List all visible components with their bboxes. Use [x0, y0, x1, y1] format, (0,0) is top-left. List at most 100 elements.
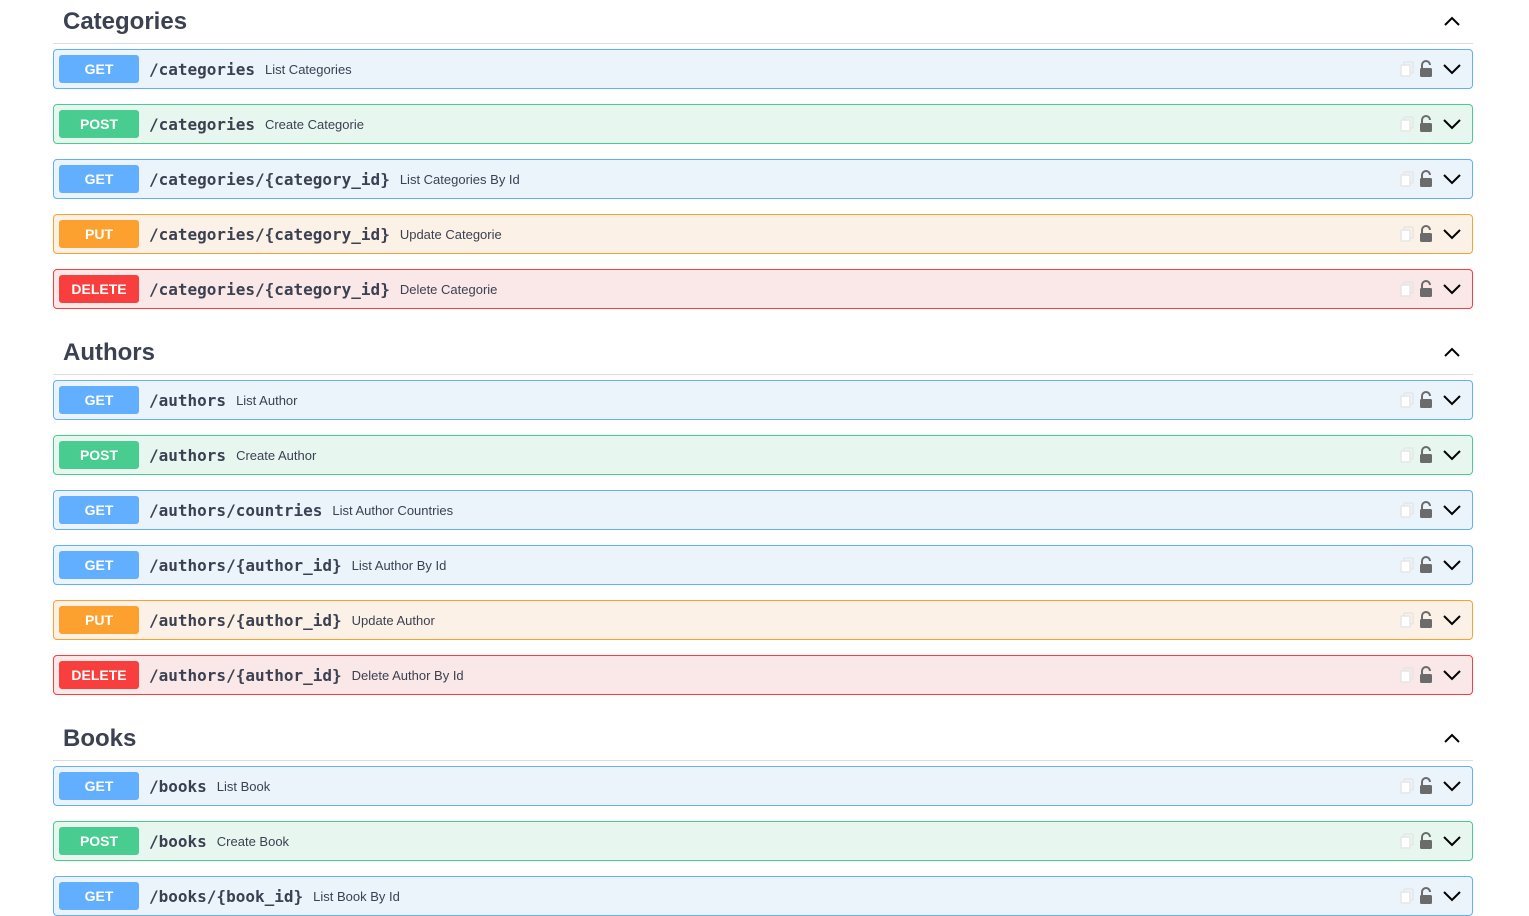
chevron-down-icon[interactable]	[1442, 613, 1462, 627]
copy-icon[interactable]	[1400, 557, 1414, 573]
operation-summary: List Book	[216, 778, 271, 794]
chevron-down-icon[interactable]	[1442, 558, 1462, 572]
operation-path: /categories/{category_id}	[149, 169, 390, 189]
lock-open-icon[interactable]	[1418, 666, 1434, 684]
lock-open-icon[interactable]	[1418, 777, 1434, 795]
section-authors: Authors GET /authors List Author POST /a…	[53, 331, 1473, 695]
chevron-down-icon[interactable]	[1442, 448, 1462, 462]
operation-path: /authors	[149, 445, 227, 465]
method-badge: GET	[59, 55, 139, 83]
operation-delete-author[interactable]: DELETE /authors/{author_id} Delete Autho…	[53, 655, 1473, 695]
lock-open-icon[interactable]	[1418, 391, 1434, 409]
operation-post-authors[interactable]: POST /authors Create Author	[53, 435, 1473, 475]
lock-open-icon[interactable]	[1418, 611, 1434, 629]
operation-delete-category[interactable]: DELETE /categories/{category_id} Delete …	[53, 269, 1473, 309]
operation-summary: List Categories	[264, 61, 352, 77]
lock-open-icon[interactable]	[1418, 556, 1434, 574]
method-badge: PUT	[59, 220, 139, 248]
chevron-down-icon[interactable]	[1442, 117, 1462, 131]
section-title: Authors	[63, 338, 155, 366]
chevron-down-icon[interactable]	[1442, 834, 1462, 848]
swagger-operations-page: Categories GET /categories List Categori…	[0, 0, 1529, 916]
lock-open-icon[interactable]	[1418, 225, 1434, 243]
operation-summary: List Book By Id	[313, 888, 400, 904]
chevron-down-icon[interactable]	[1442, 668, 1462, 682]
copy-icon[interactable]	[1400, 888, 1414, 904]
operation-summary: List Author Countries	[332, 502, 454, 518]
section-header-books[interactable]: Books	[53, 717, 1473, 761]
lock-open-icon[interactable]	[1418, 60, 1434, 78]
chevron-down-icon[interactable]	[1442, 172, 1462, 186]
operation-path: /books	[149, 831, 207, 851]
copy-icon[interactable]	[1400, 833, 1414, 849]
lock-open-icon[interactable]	[1418, 501, 1434, 519]
method-badge: GET	[59, 165, 139, 193]
operation-post-books[interactable]: POST /books Create Book	[53, 821, 1473, 861]
copy-icon[interactable]	[1400, 778, 1414, 794]
lock-open-icon[interactable]	[1418, 115, 1434, 133]
chevron-down-icon[interactable]	[1442, 393, 1462, 407]
lock-open-icon[interactable]	[1418, 446, 1434, 464]
operation-summary: List Categories By Id	[399, 171, 520, 187]
copy-icon[interactable]	[1400, 667, 1414, 683]
operation-path: /authors/countries	[149, 500, 323, 520]
section-title: Categories	[63, 7, 188, 35]
operation-path: /authors/{author_id}	[149, 665, 342, 685]
operation-get-authors[interactable]: GET /authors List Author	[53, 380, 1473, 420]
operation-put-category[interactable]: PUT /categories/{category_id} Update Cat…	[53, 214, 1473, 254]
operation-path: /categories	[149, 59, 255, 79]
method-badge: GET	[59, 551, 139, 579]
copy-icon[interactable]	[1400, 61, 1414, 77]
lock-open-icon[interactable]	[1418, 280, 1434, 298]
operation-get-book-by-id[interactable]: GET /books/{book_id} List Book By Id	[53, 876, 1473, 916]
chevron-up-icon[interactable]	[1441, 728, 1463, 750]
chevron-down-icon[interactable]	[1442, 779, 1462, 793]
lock-open-icon[interactable]	[1418, 170, 1434, 188]
method-badge: PUT	[59, 606, 139, 634]
chevron-up-icon[interactable]	[1441, 11, 1463, 33]
copy-icon[interactable]	[1400, 171, 1414, 187]
copy-icon[interactable]	[1400, 447, 1414, 463]
operation-path: /authors/{author_id}	[149, 610, 342, 630]
chevron-down-icon[interactable]	[1442, 62, 1462, 76]
section-header-authors[interactable]: Authors	[53, 331, 1473, 375]
method-badge: POST	[59, 110, 139, 138]
operation-get-categories[interactable]: GET /categories List Categories	[53, 49, 1473, 89]
operation-path: /categories	[149, 114, 255, 134]
operation-summary: Create Book	[216, 833, 290, 849]
method-badge: GET	[59, 772, 139, 800]
operation-path: /authors	[149, 390, 227, 410]
copy-icon[interactable]	[1400, 281, 1414, 297]
operation-summary: Delete Author By Id	[351, 667, 464, 683]
operation-put-author[interactable]: PUT /authors/{author_id} Update Author	[53, 600, 1473, 640]
chevron-down-icon[interactable]	[1442, 227, 1462, 241]
copy-icon[interactable]	[1400, 612, 1414, 628]
chevron-up-icon[interactable]	[1441, 342, 1463, 364]
method-badge: GET	[59, 496, 139, 524]
operation-path: /categories/{category_id}	[149, 279, 390, 299]
copy-icon[interactable]	[1400, 226, 1414, 242]
operation-path: /authors/{author_id}	[149, 555, 342, 575]
method-badge: POST	[59, 441, 139, 469]
operation-get-category-by-id[interactable]: GET /categories/{category_id} List Categ…	[53, 159, 1473, 199]
operation-summary: Create Author	[236, 447, 317, 463]
section-categories: Categories GET /categories List Categori…	[53, 0, 1473, 309]
method-badge: GET	[59, 882, 139, 910]
operation-post-categories[interactable]: POST /categories Create Categorie	[53, 104, 1473, 144]
operation-summary: Update Categorie	[399, 226, 502, 242]
operation-get-author-countries[interactable]: GET /authors/countries List Author Count…	[53, 490, 1473, 530]
section-header-categories[interactable]: Categories	[53, 0, 1473, 44]
method-badge: DELETE	[59, 661, 139, 689]
copy-icon[interactable]	[1400, 392, 1414, 408]
lock-open-icon[interactable]	[1418, 832, 1434, 850]
operation-summary: Update Author	[351, 612, 435, 628]
chevron-down-icon[interactable]	[1442, 503, 1462, 517]
chevron-down-icon[interactable]	[1442, 282, 1462, 296]
method-badge: DELETE	[59, 275, 139, 303]
lock-open-icon[interactable]	[1418, 887, 1434, 905]
operation-get-author-by-id[interactable]: GET /authors/{author_id} List Author By …	[53, 545, 1473, 585]
operation-get-books[interactable]: GET /books List Book	[53, 766, 1473, 806]
operation-path: /categories/{category_id}	[149, 224, 390, 244]
copy-icon[interactable]	[1400, 116, 1414, 132]
copy-icon[interactable]	[1400, 502, 1414, 518]
